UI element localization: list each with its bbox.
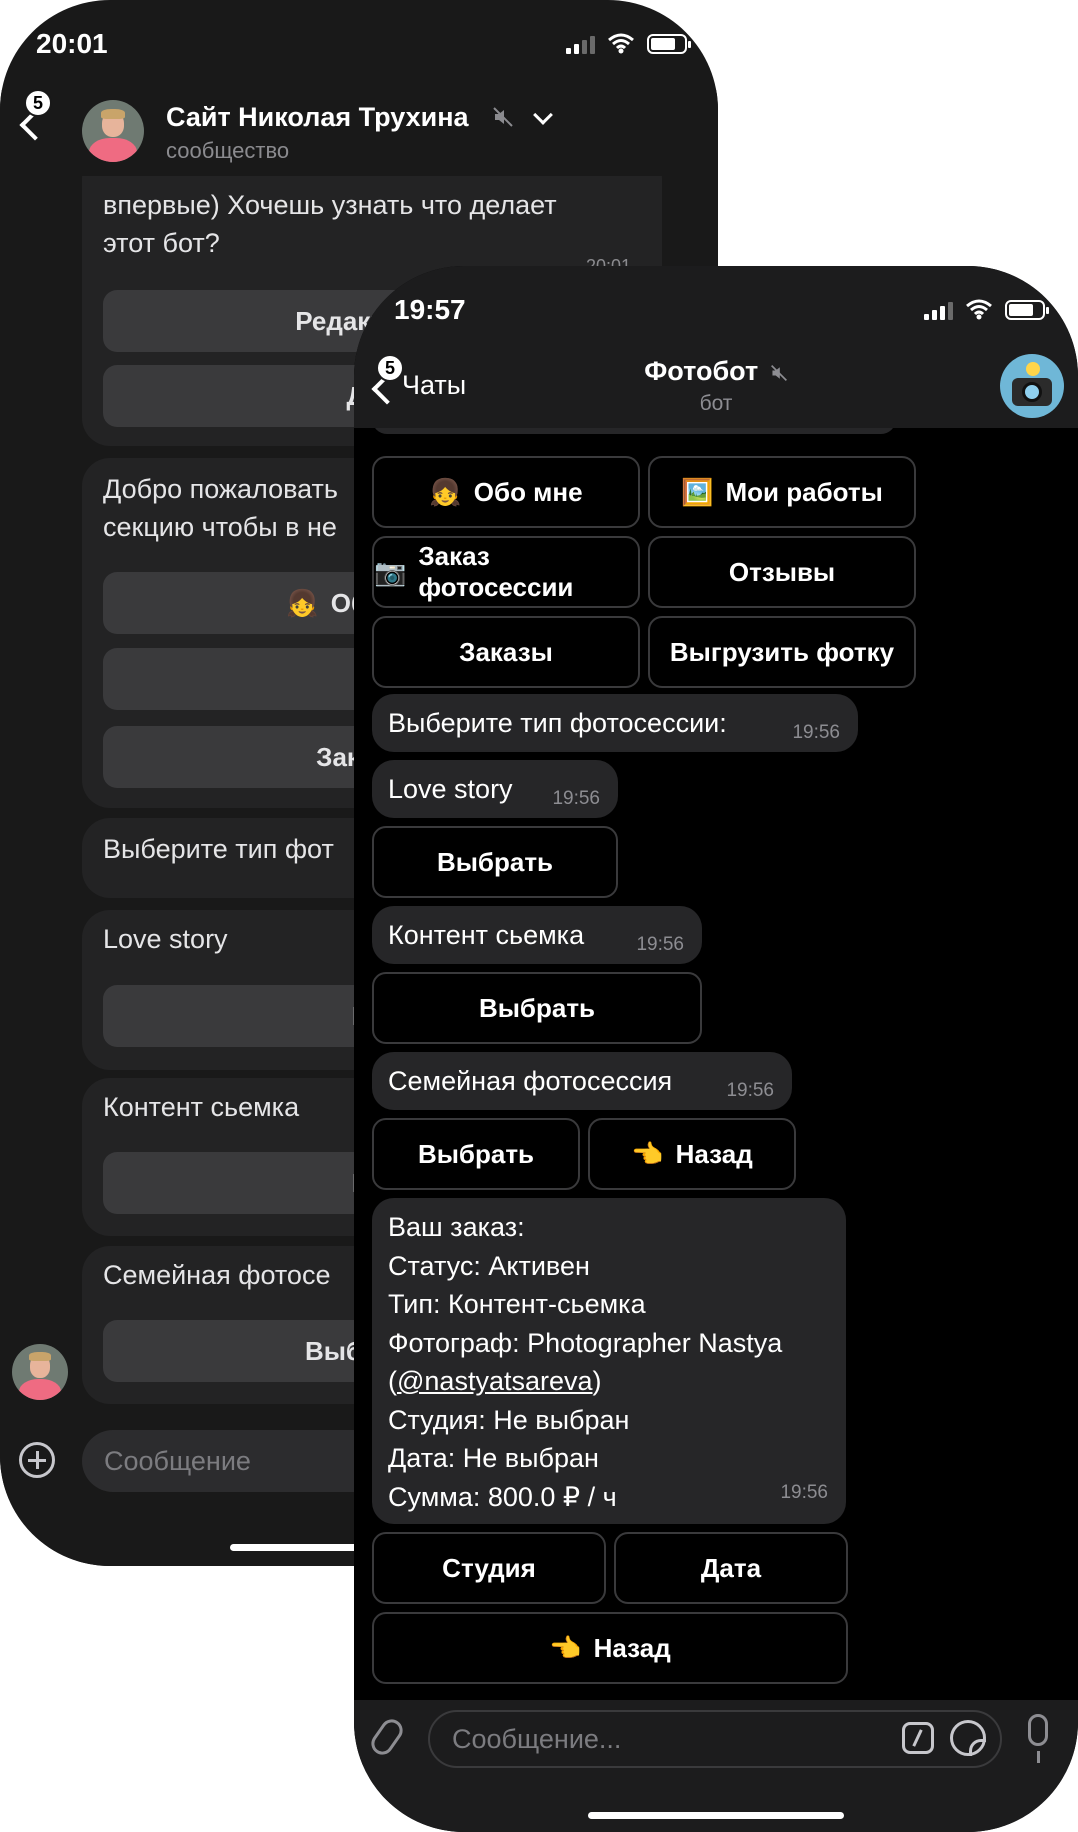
message-text: Контент сьемка [388, 920, 585, 950]
order-line: Фотограф: Photographer Nastya [388, 1327, 783, 1358]
choose-button[interactable]: Выбрать [372, 1118, 580, 1190]
child-emoji-icon: 👧 [429, 476, 462, 507]
order-line: Статус: Активен [388, 1250, 590, 1281]
message-text: Love story [103, 924, 228, 954]
choose-button[interactable]: Выбрать [372, 826, 618, 898]
attach-icon[interactable] [367, 1715, 407, 1759]
status-icons [566, 32, 691, 54]
sender-avatar[interactable] [12, 1344, 68, 1400]
message-bubble: Love story 19:56 [372, 760, 618, 818]
chat-subtitle: сообщество [166, 138, 290, 163]
battery-icon [647, 34, 691, 54]
chat-header: 19:57 5 Чаты Фотобот бот [354, 266, 1078, 428]
orders-button[interactable]: Заказы [372, 616, 640, 688]
message-bubble: Контент сьемка 19:56 [372, 906, 702, 964]
order-line: Ваш заказ: [388, 1212, 525, 1242]
message-time: 19:56 [792, 722, 840, 743]
composer: Сообщение... [354, 1700, 1078, 1832]
chat-title[interactable]: Фотобот [354, 356, 1078, 387]
order-line: Тип: Контент-сьемка [388, 1289, 646, 1319]
sticker-icon[interactable] [950, 1720, 986, 1756]
home-indicator [588, 1812, 844, 1819]
order-line: Сумма: 800.0 ₽ / ч [388, 1481, 617, 1512]
message-bubble: Выберите тип фотосессии: 19:56 [372, 694, 858, 752]
status-time: 20:01 [36, 28, 108, 59]
date-button[interactable]: Дата [614, 1532, 848, 1604]
chat-title[interactable]: Сайт Николая Трухина [166, 102, 469, 133]
battery-icon [1005, 300, 1049, 320]
wifi-icon [966, 299, 992, 320]
order-photoshoot-button[interactable]: 📷 Заказ фотосессии [372, 536, 640, 608]
choose-button[interactable]: Выбрать [372, 972, 702, 1044]
order-line: Студия: Не выбран [388, 1404, 630, 1435]
commands-icon[interactable] [902, 1722, 934, 1754]
pointing-hand-icon: 👈 [631, 1138, 664, 1169]
reviews-button[interactable]: Отзывы [648, 536, 916, 608]
message-bubble: Семейная фотосессия 19:56 [372, 1052, 792, 1110]
message-text: Выберите тип фот [103, 834, 334, 864]
bot-avatar[interactable] [1000, 354, 1064, 418]
back-button[interactable]: 👈 Назад [372, 1612, 848, 1684]
mute-icon [770, 364, 787, 381]
upload-photo-button[interactable]: Выгрузить фотку [648, 616, 916, 688]
back-button[interactable]: 👈 Назад [588, 1118, 796, 1190]
status-time: 19:57 [394, 294, 466, 325]
studio-button[interactable]: Студия [372, 1532, 606, 1604]
message-time: 19:56 [636, 934, 684, 955]
order-line-link: (@nastyatsareva) [388, 1366, 602, 1396]
message-text: секцию чтобы в не [103, 512, 337, 542]
picture-emoji-icon: 🖼️ [681, 476, 714, 507]
signal-icon [924, 302, 953, 320]
message-text: Семейная фотосессия [388, 1066, 673, 1096]
status-icons [924, 298, 1049, 320]
child-emoji-icon: 👧 [286, 587, 319, 618]
order-summary-bubble: Ваш заказ: Статус: Активен Тип: Контент-… [372, 1198, 846, 1524]
message-time: 19:56 [780, 1481, 828, 1503]
photographer-link[interactable]: @nastyatsareva [397, 1366, 593, 1396]
message-time: 19:56 [726, 1080, 774, 1101]
chevron-down-icon[interactable] [533, 105, 553, 125]
chat-subtitle: бот [699, 392, 733, 415]
mute-icon [493, 107, 513, 127]
about-button[interactable]: 👧Обо мне [372, 456, 640, 528]
message-text: Семейная фотосе [103, 1260, 331, 1290]
pointing-hand-icon: 👈 [549, 1632, 582, 1663]
add-attachment-icon[interactable] [19, 1442, 55, 1478]
status-bar: 20:01 [0, 0, 718, 90]
microphone-icon[interactable] [1028, 1714, 1048, 1763]
message-text: этот бот? [103, 228, 220, 258]
works-button[interactable]: 🖼️ Мои работы [648, 456, 916, 528]
message-text: Love story [388, 774, 513, 804]
message-time: 19:56 [552, 788, 600, 809]
signal-icon [566, 36, 595, 54]
chat-header: 5 Сайт Николая Трухина сообщество [0, 89, 718, 176]
telegram-phone: 19:57 5 Чаты Фотобот бот 👧 Обо мне 🖼️ Мо… [354, 266, 1078, 1832]
message-text: Выберите тип фотосессии: [388, 708, 727, 738]
message-text: впервые) Хочешь узнать что делает [103, 190, 557, 220]
order-line: Дата: Не выбран [388, 1443, 599, 1473]
community-avatar[interactable] [82, 100, 144, 162]
message-text: Добро пожаловать [103, 474, 338, 504]
message-text: Контент сьемка [103, 1092, 300, 1122]
camera-emoji-icon: 📷 [374, 556, 407, 587]
wifi-icon [608, 33, 634, 54]
unread-badge: 5 [24, 89, 52, 117]
